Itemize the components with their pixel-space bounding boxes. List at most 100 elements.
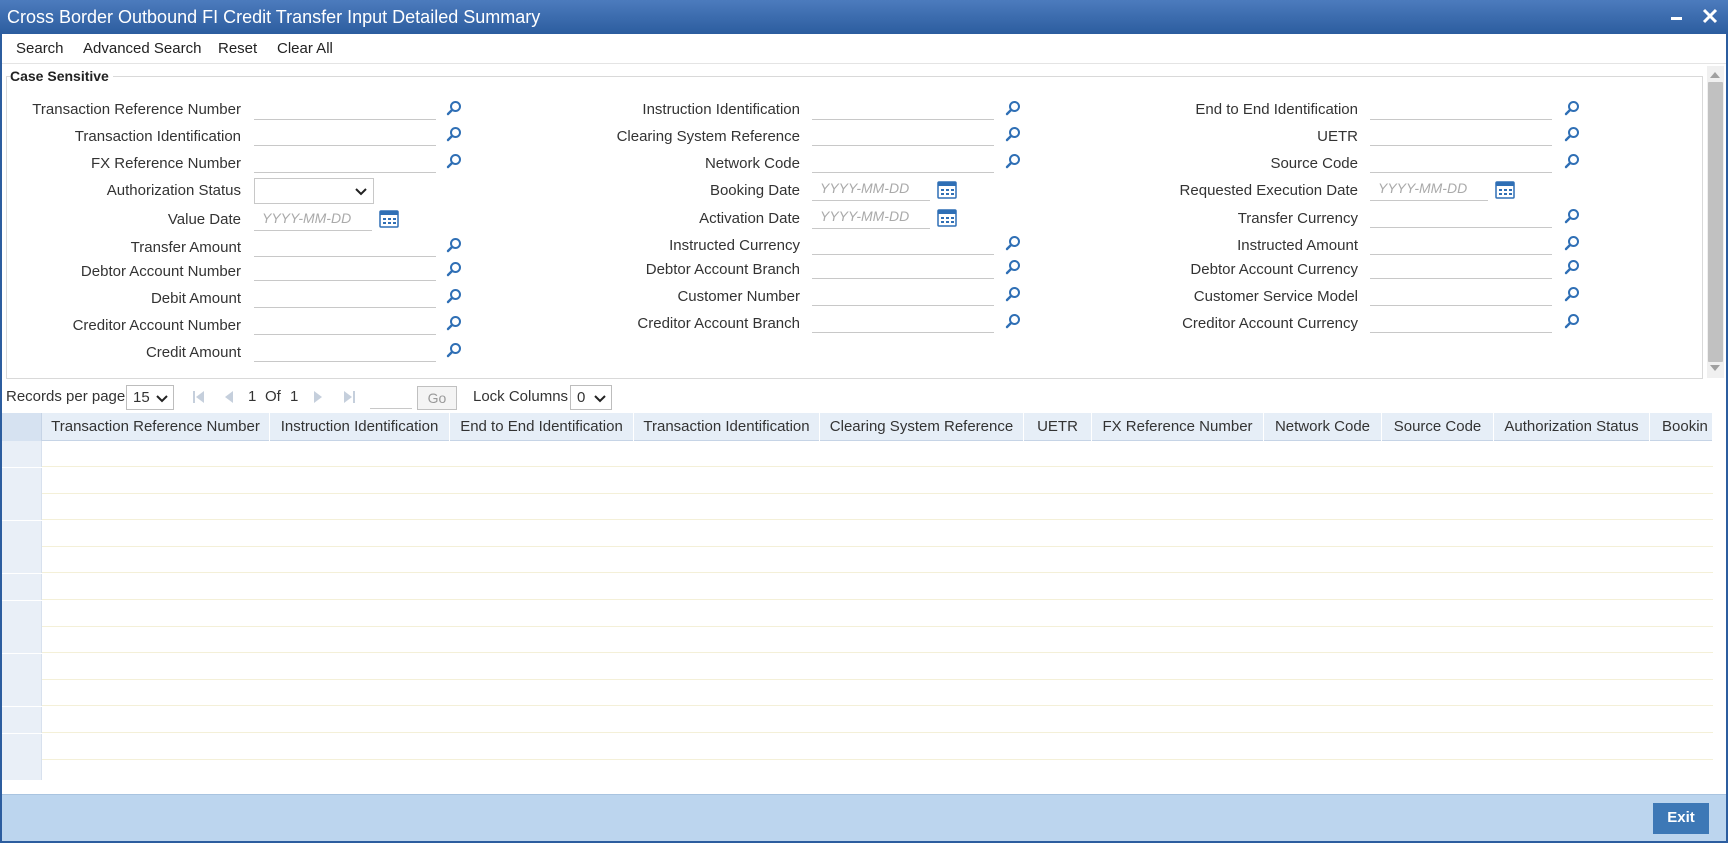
fx-reference-number-input[interactable] xyxy=(254,149,436,173)
table-row[interactable] xyxy=(0,680,1713,707)
row-selector[interactable] xyxy=(0,494,42,521)
magnifier-icon[interactable] xyxy=(1005,235,1021,251)
activation-date-input[interactable]: YYYY-MM-DD xyxy=(812,205,930,229)
page-number-input[interactable] xyxy=(370,387,412,409)
instructed-amount-input[interactable] xyxy=(1370,231,1552,255)
magnifier-icon[interactable] xyxy=(1005,153,1021,169)
row-selector[interactable] xyxy=(0,733,42,760)
row-selector[interactable] xyxy=(0,707,42,733)
column-header[interactable]: Clearing System Reference xyxy=(820,413,1024,441)
magnifier-icon[interactable] xyxy=(446,237,462,253)
network-code-input[interactable] xyxy=(812,149,994,173)
row-selector[interactable] xyxy=(0,520,42,547)
clear-all-button[interactable]: Clear All xyxy=(277,40,333,57)
table-row[interactable] xyxy=(0,467,1713,494)
magnifier-icon[interactable] xyxy=(446,261,462,277)
select-all-cell[interactable] xyxy=(0,413,42,441)
magnifier-icon[interactable] xyxy=(446,100,462,116)
column-header[interactable]: Network Code xyxy=(1264,413,1382,441)
authorization-status-select[interactable] xyxy=(254,178,374,204)
column-header[interactable]: Transaction Identification xyxy=(634,413,820,441)
transaction-reference-number-input[interactable] xyxy=(254,96,436,120)
magnifier-icon[interactable] xyxy=(1564,259,1580,275)
go-button[interactable]: Go xyxy=(417,386,457,410)
scroll-down-icon[interactable] xyxy=(1710,365,1720,371)
debtor-account-currency-input[interactable] xyxy=(1370,255,1552,279)
table-row[interactable] xyxy=(0,653,1713,680)
magnifier-icon[interactable] xyxy=(1564,153,1580,169)
table-row[interactable] xyxy=(0,760,1713,780)
debtor-account-number-input[interactable] xyxy=(254,257,436,281)
customer-number-input[interactable] xyxy=(812,282,994,306)
row-selector[interactable] xyxy=(0,441,42,467)
magnifier-icon[interactable] xyxy=(446,153,462,169)
source-code-input[interactable] xyxy=(1370,149,1552,173)
table-row[interactable] xyxy=(0,600,1713,627)
next-page-icon[interactable] xyxy=(312,390,324,404)
minimize-icon[interactable] xyxy=(1664,4,1688,28)
table-row[interactable] xyxy=(0,494,1713,521)
table-row[interactable] xyxy=(0,520,1713,547)
column-header[interactable]: FX Reference Number xyxy=(1092,413,1264,441)
clearing-system-reference-input[interactable] xyxy=(812,122,994,146)
magnifier-icon[interactable] xyxy=(446,315,462,331)
magnifier-icon[interactable] xyxy=(1005,313,1021,329)
requested-execution-date-input[interactable]: YYYY-MM-DD xyxy=(1370,177,1488,201)
table-row[interactable] xyxy=(0,574,1713,600)
column-header[interactable]: End to End Identification xyxy=(450,413,634,441)
row-selector[interactable] xyxy=(0,627,42,654)
row-selector[interactable] xyxy=(0,653,42,680)
magnifier-icon[interactable] xyxy=(1564,100,1580,116)
magnifier-icon[interactable] xyxy=(1564,126,1580,142)
column-header[interactable]: Instruction Identification xyxy=(270,413,450,441)
magnifier-icon[interactable] xyxy=(1005,100,1021,116)
customer-service-model-input[interactable] xyxy=(1370,282,1552,306)
previous-page-icon[interactable] xyxy=(223,390,235,404)
row-selector[interactable] xyxy=(0,574,42,600)
lock-columns-select[interactable]: 0 xyxy=(570,385,612,410)
booking-date-input[interactable]: YYYY-MM-DD xyxy=(812,177,930,201)
magnifier-icon[interactable] xyxy=(446,126,462,142)
table-row[interactable] xyxy=(0,733,1713,760)
transfer-amount-input[interactable] xyxy=(254,233,436,257)
table-row[interactable] xyxy=(0,627,1713,654)
scroll-thumb[interactable] xyxy=(1708,82,1723,362)
instructed-currency-input[interactable] xyxy=(812,231,994,255)
magnifier-icon[interactable] xyxy=(1564,286,1580,302)
row-selector[interactable] xyxy=(0,467,42,494)
table-row[interactable] xyxy=(0,707,1713,733)
calendar-icon[interactable] xyxy=(937,180,957,199)
table-row[interactable] xyxy=(0,547,1713,574)
magnifier-icon[interactable] xyxy=(446,288,462,304)
row-selector[interactable] xyxy=(0,680,42,707)
magnifier-icon[interactable] xyxy=(1564,313,1580,329)
records-per-page-select[interactable]: 15 xyxy=(126,385,174,410)
column-header[interactable]: Authorization Status xyxy=(1494,413,1650,441)
debtor-account-branch-input[interactable] xyxy=(812,255,994,279)
row-selector[interactable] xyxy=(0,600,42,627)
row-selector[interactable] xyxy=(0,547,42,574)
magnifier-icon[interactable] xyxy=(1564,208,1580,224)
search-button[interactable]: Search xyxy=(16,40,64,57)
column-header[interactable]: Bookin xyxy=(1650,413,1713,441)
creditor-account-currency-input[interactable] xyxy=(1370,309,1552,333)
calendar-icon[interactable] xyxy=(937,208,957,227)
close-icon[interactable] xyxy=(1698,4,1722,28)
calendar-icon[interactable] xyxy=(379,209,399,228)
magnifier-icon[interactable] xyxy=(1005,259,1021,275)
row-selector[interactable] xyxy=(0,760,42,780)
advanced-search-button[interactable]: Advanced Search xyxy=(83,40,201,57)
criteria-scrollbar[interactable] xyxy=(1707,66,1724,378)
column-header[interactable]: Source Code xyxy=(1382,413,1494,441)
credit-amount-input[interactable] xyxy=(254,338,436,362)
scroll-up-icon[interactable] xyxy=(1710,72,1720,78)
transfer-currency-input[interactable] xyxy=(1370,204,1552,228)
magnifier-icon[interactable] xyxy=(1005,126,1021,142)
debit-amount-input[interactable] xyxy=(254,284,436,308)
magnifier-icon[interactable] xyxy=(1005,286,1021,302)
calendar-icon[interactable] xyxy=(1495,180,1515,199)
uetr-input[interactable] xyxy=(1370,122,1552,146)
table-row[interactable] xyxy=(0,441,1713,467)
column-header[interactable]: UETR xyxy=(1024,413,1092,441)
creditor-account-number-input[interactable] xyxy=(254,311,436,335)
